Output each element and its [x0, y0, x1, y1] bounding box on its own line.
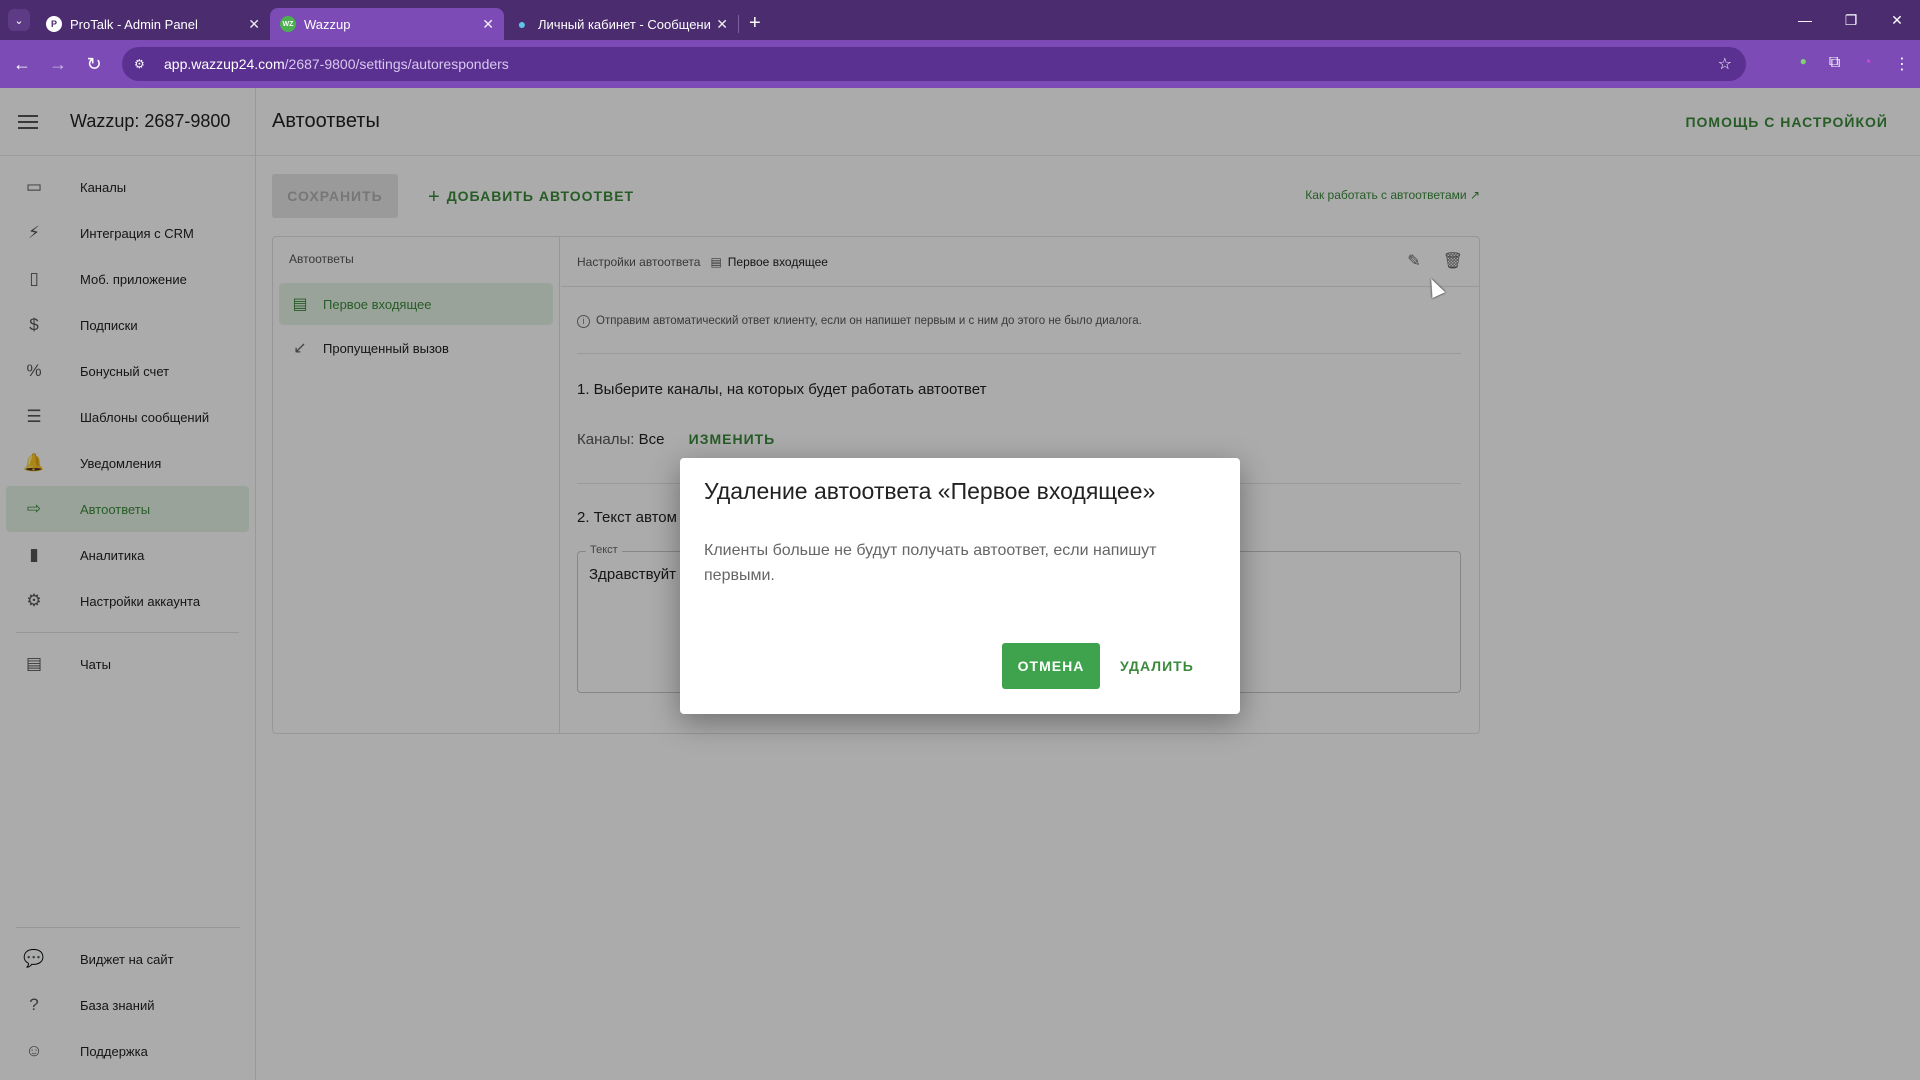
browser-tab-bar: ⌄ P ProTalk - Admin Panel ✕ WZ Wazzup ✕ … [0, 0, 1920, 40]
reload-icon[interactable]: ↻ [76, 54, 112, 75]
site-info-icon[interactable]: ⚙ [134, 57, 154, 71]
tab-cabinet[interactable]: ● Личный кабинет - Сообщени ✕ [504, 8, 738, 40]
window-controls: — ❐ ✕ [1782, 0, 1920, 40]
tab-title: ProTalk - Admin Panel [70, 16, 198, 32]
delete-button[interactable]: УДАЛИТЬ [1120, 658, 1194, 674]
url-host: app.wazzup24.com [164, 56, 285, 72]
browser-menu-icon[interactable]: ⋮ [1894, 54, 1910, 74]
minimize-icon[interactable]: — [1782, 0, 1828, 40]
cabinet-favicon-icon: ● [517, 16, 527, 32]
delete-confirm-dialog: Удаление автоответа «Первое входящее» Кл… [680, 458, 1240, 714]
url-path: /2687-9800/settings/autoresponders [284, 56, 509, 72]
tab-title: Wazzup [304, 16, 351, 32]
close-tab-icon[interactable]: ✕ [482, 16, 494, 33]
restore-icon[interactable]: ❐ [1828, 0, 1874, 40]
tab-separator [738, 15, 739, 33]
wazzup-favicon-icon: WZ [280, 16, 296, 32]
close-window-icon[interactable]: ✕ [1874, 0, 1920, 40]
bookmark-star-icon[interactable]: ☆ [1718, 54, 1732, 74]
protalk-favicon-icon: P [46, 16, 62, 32]
tab-search-button[interactable]: ⌄ [8, 9, 30, 31]
forward-icon[interactable]: → [40, 54, 76, 75]
dialog-body: Клиенты больше не будут получать автоотв… [704, 542, 1157, 584]
cancel-button[interactable]: ОТМЕНА [1002, 643, 1100, 689]
tab-protalk[interactable]: P ProTalk - Admin Panel ✕ [36, 8, 270, 40]
dialog-title: Удаление автоответа «Первое входящее» [704, 478, 1156, 504]
extension-green-icon[interactable]: ● [1800, 54, 1807, 74]
back-icon[interactable]: ← [4, 54, 40, 75]
tab-title: Личный кабинет - Сообщени [538, 16, 711, 32]
address-bar[interactable]: ⚙ app.wazzup24.com/2687-9800/settings/au… [122, 47, 1746, 81]
new-tab-icon[interactable]: + [749, 12, 761, 35]
extensions-area: ● ⧉ ◔ ⋮ [1800, 54, 1910, 74]
profile-icon[interactable]: ◔ [1862, 54, 1872, 74]
close-tab-icon[interactable]: ✕ [248, 16, 260, 33]
extensions-puzzle-icon[interactable]: ⧉ [1829, 54, 1840, 74]
close-tab-icon[interactable]: ✕ [716, 16, 728, 33]
tab-wazzup[interactable]: WZ Wazzup ✕ [270, 8, 504, 40]
browser-toolbar: ← → ↻ ⚙ app.wazzup24.com/2687-9800/setti… [0, 40, 1920, 88]
